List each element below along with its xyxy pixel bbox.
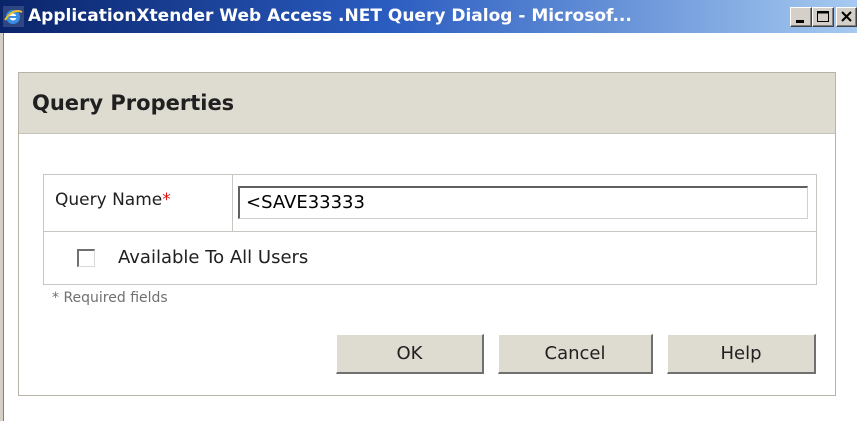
query-name-label-text: Query Name	[55, 190, 163, 210]
title-bar[interactable]: ApplicationXtender Web Access .NET Query…	[0, 0, 857, 33]
properties-grid: Query Name* <SAVE33333 Available To All …	[43, 174, 817, 285]
ok-button[interactable]: OK	[336, 334, 484, 374]
query-name-label-cell: Query Name*	[44, 175, 233, 231]
minimize-button[interactable]	[790, 7, 812, 27]
query-name-row: Query Name* <SAVE33333	[44, 175, 816, 232]
required-marker: *	[162, 190, 171, 210]
panel-title: Query Properties	[32, 91, 235, 115]
query-name-label: Query Name*	[55, 175, 171, 225]
window-border	[0, 33, 4, 421]
window-title: ApplicationXtender Web Access .NET Query…	[28, 6, 632, 26]
close-button[interactable]	[836, 7, 857, 27]
query-name-input[interactable]: <SAVE33333	[238, 186, 808, 219]
available-to-all-users-checkbox[interactable]	[77, 249, 95, 267]
available-to-all-users-label[interactable]: Available To All Users	[118, 232, 308, 284]
ie-browser-icon	[3, 6, 24, 27]
panel-header: Query Properties	[19, 73, 835, 134]
available-row: Available To All Users	[44, 232, 816, 284]
help-button[interactable]: Help	[667, 334, 816, 374]
cancel-button[interactable]: Cancel	[498, 334, 653, 374]
required-fields-note: * Required fields	[52, 290, 168, 306]
maximize-button[interactable]	[812, 7, 834, 27]
